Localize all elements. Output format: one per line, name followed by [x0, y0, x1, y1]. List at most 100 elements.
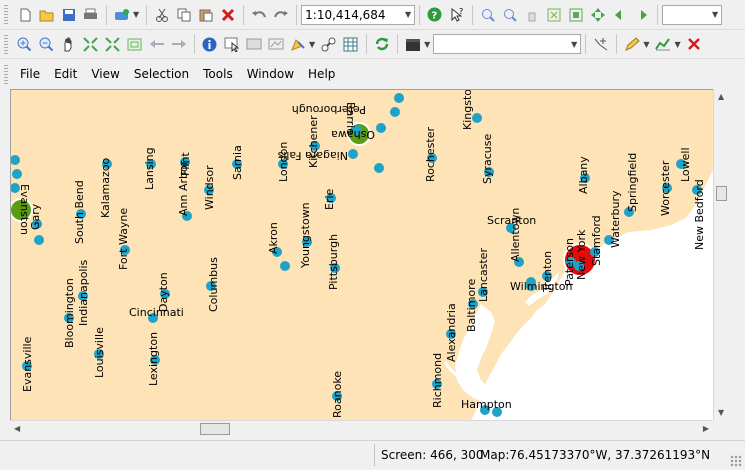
- menu-window[interactable]: Window: [241, 67, 300, 81]
- open-folder-icon[interactable]: [36, 4, 57, 25]
- scroll-right-icon[interactable]: ▶: [703, 424, 709, 433]
- save-icon[interactable]: [58, 4, 79, 25]
- zoom-to-layer-icon[interactable]: [565, 4, 586, 25]
- zoom-full-icon[interactable]: [80, 34, 101, 55]
- city-label: Paterson: [563, 238, 576, 286]
- extra-combo[interactable]: ▼: [662, 4, 723, 25]
- print-icon[interactable]: [80, 4, 101, 25]
- scroll-down-icon[interactable]: ▼: [718, 408, 724, 417]
- scroll-left-icon[interactable]: ◀: [14, 424, 20, 433]
- clear-selection-icon[interactable]: [243, 34, 264, 55]
- help-icon[interactable]: ?: [424, 4, 445, 25]
- menu-selection[interactable]: Selection: [128, 67, 195, 81]
- city-label: Lancaster: [477, 248, 490, 302]
- map-canvas[interactable]: BarriePeterborough KingstonOshawaKitchene…: [11, 90, 714, 421]
- pan-hand-icon[interactable]: [58, 34, 79, 55]
- add-layer-icon[interactable]: [111, 4, 132, 25]
- whats-this-icon[interactable]: ?: [446, 4, 467, 25]
- city-marker[interactable]: [394, 93, 404, 103]
- status-bar: Screen: 466, 300 Map:76.45173370°W, 37.3…: [0, 440, 745, 470]
- city-label: Hampton: [461, 398, 512, 411]
- copy-icon[interactable]: [173, 4, 194, 25]
- menu-bar: File Edit View Selection Tools Window He…: [0, 58, 745, 88]
- vertical-scrollbar[interactable]: ▲ ▼: [713, 89, 729, 420]
- vertex-edit-icon[interactable]: [590, 34, 611, 55]
- city-label: Lansing: [143, 147, 156, 190]
- horizontal-scroll-thumb[interactable]: [200, 423, 230, 435]
- menu-edit[interactable]: Edit: [48, 67, 83, 81]
- city-marker[interactable]: [390, 107, 400, 117]
- city-marker[interactable]: [376, 123, 386, 133]
- measure-icon[interactable]: [318, 34, 339, 55]
- next-extent-icon[interactable]: [631, 4, 652, 25]
- forward-arrow-icon[interactable]: [168, 34, 189, 55]
- menubar-grip[interactable]: [4, 65, 8, 84]
- pencil-icon[interactable]: [621, 34, 642, 55]
- city-label: Alexandria: [445, 303, 458, 362]
- cut-icon[interactable]: [151, 4, 172, 25]
- zoom-in-fixed-icon[interactable]: [477, 4, 498, 25]
- zoom-out-fixed-icon[interactable]: [499, 4, 520, 25]
- zoom-selection-icon[interactable]: [124, 34, 145, 55]
- attribute-table-icon[interactable]: [340, 34, 361, 55]
- svg-text:?: ?: [432, 11, 438, 22]
- full-extent-icon[interactable]: [543, 4, 564, 25]
- city-marker[interactable]: [12, 169, 22, 179]
- delete-icon[interactable]: [217, 4, 238, 25]
- city-label: Syracuse: [481, 133, 494, 184]
- delete-feature-icon[interactable]: [684, 34, 705, 55]
- horizontal-scrollbar[interactable]: ◀ ▶: [10, 420, 713, 437]
- digitize-line-icon[interactable]: [652, 34, 673, 55]
- city-label: London: [277, 142, 290, 182]
- redo-icon[interactable]: [270, 4, 291, 25]
- highlight-icon[interactable]: [287, 34, 308, 55]
- city-label: Bloomington: [63, 278, 76, 348]
- resize-grip-icon[interactable]: [730, 455, 742, 467]
- city-label: Peterborough: [292, 103, 366, 116]
- zoom-extent-icon[interactable]: [102, 34, 123, 55]
- city-label: Pittsburgh: [327, 234, 340, 290]
- info-icon[interactable]: [199, 34, 220, 55]
- gis-application: ▼ 1:10,414,684 ▼ ? ? ▼ ▼ ▼ ▼ ▼ ▼ File Ed…: [0, 0, 745, 470]
- undo-icon[interactable]: [248, 4, 269, 25]
- refresh-icon[interactable]: [371, 34, 392, 55]
- toolbar-grip[interactable]: [4, 5, 8, 24]
- city-marker[interactable]: [348, 149, 358, 159]
- city-label: Roanoke: [331, 371, 344, 418]
- city-label: New Bedford: [693, 179, 706, 250]
- pan-arrows-icon[interactable]: [587, 4, 608, 25]
- menu-tools[interactable]: Tools: [197, 67, 239, 81]
- menu-help[interactable]: Help: [302, 67, 341, 81]
- city-marker[interactable]: [374, 163, 384, 173]
- city-label: Lowell: [679, 147, 692, 182]
- city-label: Baltimore: [465, 279, 478, 332]
- scale-combo[interactable]: 1:10,414,684 ▼: [301, 4, 416, 25]
- city-label: Louisville: [93, 327, 106, 378]
- city-label: Oshawa: [331, 128, 375, 141]
- select-rectangle-icon[interactable]: [265, 34, 286, 55]
- city-marker[interactable]: [280, 261, 290, 271]
- zoom-in-icon[interactable]: [14, 34, 35, 55]
- city-label: Evansville: [21, 336, 34, 392]
- map-view[interactable]: Barrie Peterborough Kingston Oshawa Kitchene…: [10, 89, 729, 437]
- city-label: South Bend: [73, 180, 86, 244]
- zoom-out-icon[interactable]: [36, 34, 57, 55]
- select-features-icon[interactable]: [221, 34, 242, 55]
- new-file-icon[interactable]: [14, 4, 35, 25]
- previous-extent-icon[interactable]: [609, 4, 630, 25]
- vertical-scroll-thumb[interactable]: [716, 186, 727, 201]
- layer-combo[interactable]: ▼: [433, 34, 582, 54]
- city-label: Evanston: [18, 184, 31, 235]
- city-marker[interactable]: [34, 235, 44, 245]
- paste-icon[interactable]: [195, 4, 216, 25]
- menu-view[interactable]: View: [85, 67, 125, 81]
- map-coordinates: Map:76.45173370°W, 37.37261193°N: [480, 448, 711, 462]
- back-arrow-icon[interactable]: [146, 34, 167, 55]
- city-label: Indianapolis: [77, 259, 90, 326]
- clapperboard-icon[interactable]: [402, 34, 423, 55]
- scroll-up-icon[interactable]: ▲: [718, 92, 724, 101]
- toolbar-grip[interactable]: [4, 35, 8, 54]
- menu-file[interactable]: File: [14, 67, 46, 81]
- pan-hand-small-icon[interactable]: [521, 4, 542, 25]
- city-label: Cincinnati: [129, 306, 184, 319]
